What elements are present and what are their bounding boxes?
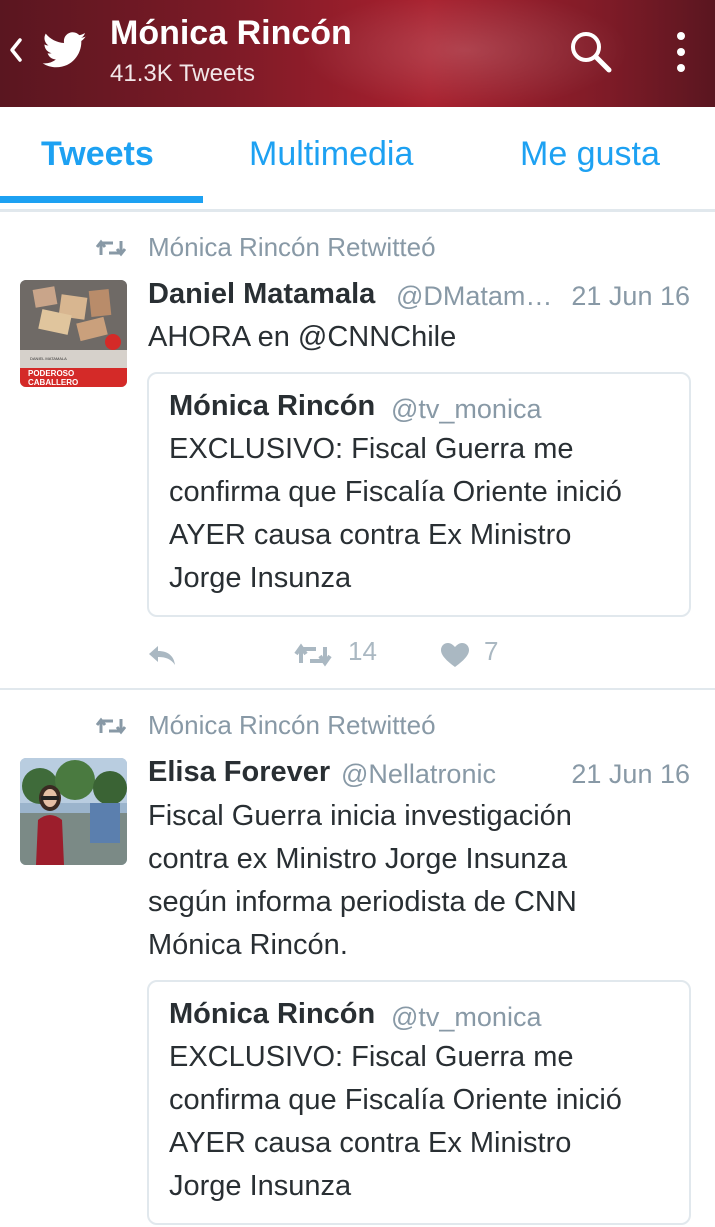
author-handle[interactable]: @Nellatronic xyxy=(341,759,496,790)
retweet-count: 14 xyxy=(348,636,377,666)
profile-tabs: Tweets Multimedia Me gusta xyxy=(0,107,715,203)
retweet-label: Mónica Rincón Retwitteó xyxy=(148,232,436,262)
tab-me-gusta[interactable]: Me gusta xyxy=(520,135,660,174)
tweet-date: 21 Jun 16 xyxy=(571,759,690,789)
tweet-text: Fiscal Guerra inicia investigación contr… xyxy=(148,800,577,961)
heart-icon[interactable] xyxy=(440,642,470,668)
tweet-date: 21 Jun 16 xyxy=(571,281,690,311)
quoted-author-handle: @tv_monica xyxy=(391,1002,542,1032)
tweet-count: 41.3K Tweets xyxy=(110,60,255,87)
active-tab-indicator xyxy=(0,196,203,203)
quoted-author-name: Mónica Rincón xyxy=(169,998,376,1030)
twitter-bird-icon xyxy=(42,32,87,68)
reply-icon[interactable] xyxy=(146,642,178,668)
quoted-tweet[interactable]: Mónica Rincón @tv_monica EXCLUSIVO: Fisc… xyxy=(147,372,691,617)
tab-tweets[interactable]: Tweets xyxy=(41,135,154,174)
retweet-icon xyxy=(96,717,126,735)
quoted-author-handle: @tv_monica xyxy=(391,394,542,424)
quoted-tweet-text: EXCLUSIVO: Fiscal Guerra me confirma que… xyxy=(169,1041,622,1202)
tweet-item[interactable]: Mónica Rincón Retwitteó DANIEL MATAMALA … xyxy=(0,212,715,690)
profile-header: Mónica Rincón 41.3K Tweets xyxy=(0,0,715,107)
author-name[interactable]: Elisa Forever xyxy=(148,756,330,789)
quoted-tweet[interactable]: Mónica Rincón @tv_monica EXCLUSIVO: Fisc… xyxy=(147,980,691,1225)
avatar[interactable] xyxy=(20,758,127,865)
retweet-context: Mónica Rincón Retwitteó xyxy=(0,232,715,272)
tweet-actions: 14 7 xyxy=(0,634,715,674)
retweet-button-icon[interactable] xyxy=(294,641,332,669)
author-handle[interactable]: @DMatam… xyxy=(396,281,552,312)
more-vertical-icon[interactable] xyxy=(670,28,692,76)
tweet-text: AHORA en @CNNChile xyxy=(148,321,457,353)
tab-multimedia[interactable]: Multimedia xyxy=(249,135,413,174)
quoted-tweet-text: EXCLUSIVO: Fiscal Guerra me confirma que… xyxy=(169,433,622,594)
like-count: 7 xyxy=(484,636,499,666)
avatar-book-title-1: PODEROSO xyxy=(28,369,74,378)
tweet-item[interactable]: Mónica Rincón Retwitteó Elisa Forever @N… xyxy=(0,690,715,1227)
retweet-context: Mónica Rincón Retwitteó xyxy=(0,710,715,750)
author-name[interactable]: Daniel Matamala xyxy=(148,278,375,311)
avatar[interactable]: DANIEL MATAMALA PODEROSO CABALLERO xyxy=(20,280,127,387)
back-icon[interactable] xyxy=(6,32,26,68)
avatar-book-author: DANIEL MATAMALA xyxy=(30,356,67,361)
avatar-book-title-2: CABALLERO xyxy=(28,378,78,387)
retweet-icon xyxy=(96,239,126,257)
retweet-label: Mónica Rincón Retwitteó xyxy=(148,710,436,740)
search-icon[interactable] xyxy=(566,28,614,76)
profile-name: Mónica Rincón xyxy=(110,14,352,52)
quoted-author-name: Mónica Rincón xyxy=(169,390,376,422)
